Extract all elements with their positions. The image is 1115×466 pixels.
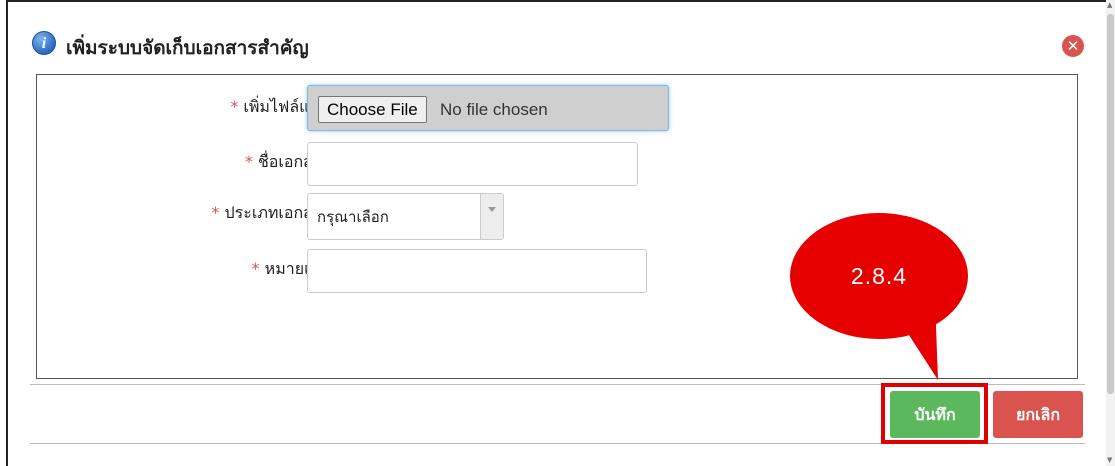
step-callout: 2.8.4 [790,213,968,339]
cancel-button[interactable]: ยกเลิก [993,391,1083,438]
save-button-highlight [881,383,988,444]
